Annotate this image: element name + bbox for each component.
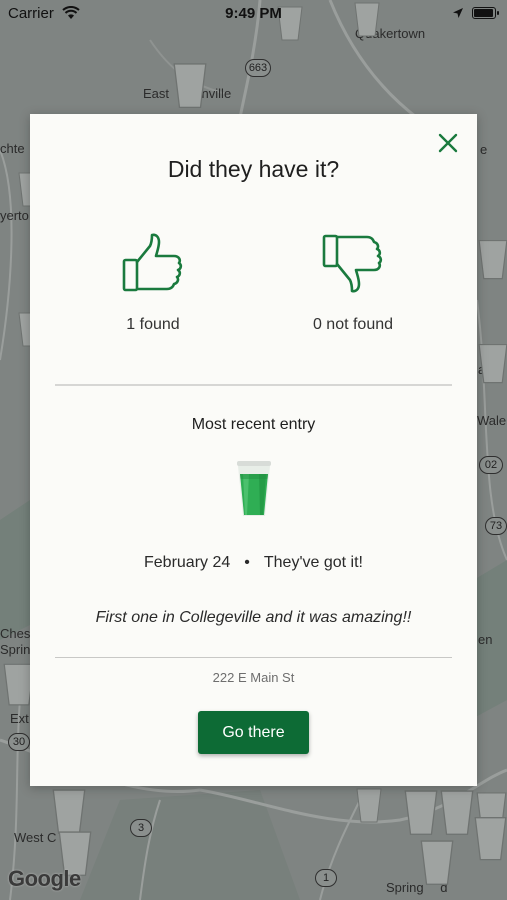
battery-icon (472, 7, 499, 19)
entry-comment: First one in Collegeville and it was ama… (95, 609, 412, 626)
not-found-vote-button[interactable]: 0 not found (253, 232, 453, 334)
cup-marker-icon[interactable] (172, 60, 208, 110)
map-label-part: West C (14, 830, 57, 845)
thumbs-up-icon (122, 233, 183, 292)
cup-marker-icon[interactable] (356, 786, 382, 824)
map-label-left-1: chte (0, 141, 25, 156)
cup-marker-icon[interactable] (440, 786, 474, 838)
section-divider (55, 384, 452, 386)
section-divider (55, 657, 452, 658)
cup-marker-icon[interactable] (478, 340, 507, 386)
map-label-left-5: Ext (10, 711, 29, 726)
modal-title: Did they have it? (167, 156, 340, 182)
cup-marker-icon[interactable] (404, 786, 438, 838)
cup-marker-icon[interactable] (420, 836, 454, 888)
route-shield: 02 (479, 456, 503, 474)
route-shield: 663 (245, 59, 271, 77)
map-label-right-1: e (480, 142, 488, 157)
map-label-part: Spring (386, 880, 424, 895)
map-label-right-2: Wale (477, 413, 507, 428)
thumbs-down-icon (322, 234, 383, 293)
battery-level (474, 9, 493, 17)
did-they-have-it-modal: Did they have it? 1 found 0 not found Mo… (30, 114, 477, 786)
route-shield: 30 (8, 733, 30, 751)
route-shield: 1 (315, 869, 337, 887)
most-recent-entry-heading: Most recent entry (191, 416, 316, 433)
entry-status: They've got it! (263, 554, 363, 571)
location-arrow-icon (453, 8, 463, 18)
map-label-part: East (143, 86, 170, 101)
status-bar: Carrier 9:49 PM (0, 0, 507, 28)
separator-dot: • (244, 554, 250, 571)
google-attribution-logo[interactable]: Google (8, 866, 81, 892)
go-there-button[interactable]: Go there (198, 711, 309, 754)
entry-meta: February 24 • They've got it! (30, 554, 477, 572)
not-found-count-label: 0 not found (312, 316, 394, 333)
map-label-left-3: Chest (0, 626, 34, 641)
route-shield: 3 (130, 819, 152, 837)
found-vote-button[interactable]: 1 found (53, 232, 253, 334)
found-count-label: 1 found (126, 316, 180, 333)
close-icon[interactable] (437, 132, 459, 154)
cup-marker-icon[interactable] (478, 236, 507, 282)
cup-marker-icon[interactable] (474, 812, 507, 864)
map-label-left-2: yerto (0, 208, 29, 223)
status-time: 9:49 PM (225, 5, 282, 22)
green-drink-photo (237, 461, 271, 516)
map-label-left-4: Sprin (0, 642, 31, 657)
map-label-right-4: en (478, 632, 493, 647)
route-shield: 73 (485, 517, 507, 535)
store-address: 222 E Main St (212, 670, 295, 685)
entry-date: February 24 (144, 554, 231, 571)
